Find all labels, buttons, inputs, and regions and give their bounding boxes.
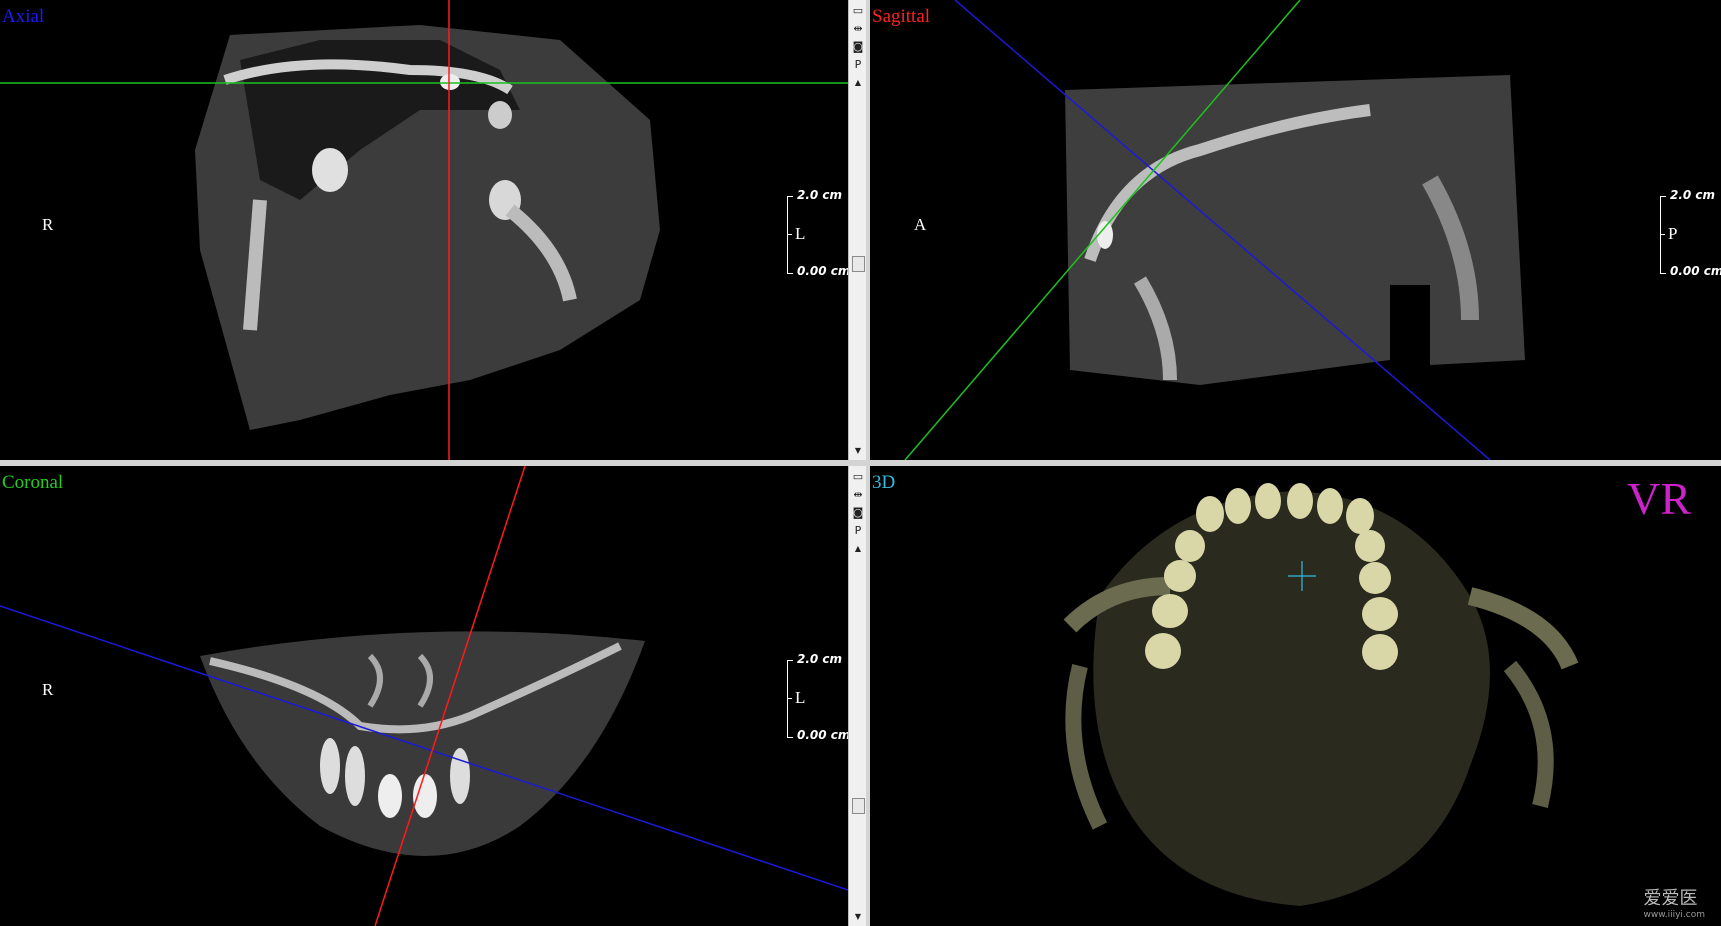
pane-title: Sagittal xyxy=(872,6,931,27)
sagittal-image xyxy=(904,0,1525,460)
watermark-url: www.iiiyi.com xyxy=(1643,910,1705,920)
orientation-label-right: R xyxy=(42,215,54,234)
coronal-image xyxy=(0,466,848,926)
scale-bottom-label: 0.00 cm xyxy=(1670,264,1721,278)
camera-icon[interactable]: ◙ xyxy=(851,40,865,54)
scroll-thumb[interactable] xyxy=(852,798,865,814)
projection-button[interactable]: P xyxy=(851,524,865,538)
orientation-label-left: L xyxy=(795,224,806,243)
scroll-thumb[interactable] xyxy=(852,256,865,272)
viewport-scrollbar-top[interactable]: ▭ ⇹ ◙ P ▲ ▼ xyxy=(848,0,867,460)
pane-title: 3D xyxy=(872,472,896,493)
orientation-label-right: R xyxy=(42,680,54,699)
watermark-text: 爱爱医 xyxy=(1643,888,1698,909)
down-arrow-icon[interactable]: ▼ xyxy=(851,444,865,458)
restore-icon[interactable]: ▭ xyxy=(851,470,865,484)
camera-icon[interactable]: ◙ xyxy=(851,506,865,520)
coronal-viewport[interactable]: Coronal R 2.0 cm L 0.00 cm xyxy=(0,466,848,926)
watermark: 爱爱医 www.iiiyi.com xyxy=(1643,884,1705,920)
pane-title: Coronal xyxy=(2,472,64,493)
scale-top-label: 2.0 cm xyxy=(1670,188,1716,202)
orientation-label-left: L xyxy=(795,688,806,707)
3d-render-image xyxy=(1063,483,1579,906)
up-arrow-icon[interactable]: ▲ xyxy=(851,542,865,556)
up-arrow-icon[interactable]: ▲ xyxy=(851,76,865,90)
viewport-scrollbar-bottom[interactable]: ▭ ⇹ ◙ P ▲ ▼ xyxy=(848,466,867,926)
vertical-splitter[interactable] xyxy=(866,0,870,926)
scale-bottom-label: 0.00 cm xyxy=(797,264,848,278)
split-icon[interactable]: ⇹ xyxy=(851,22,865,36)
3d-viewport[interactable]: 3D VR 爱爱医 www.iiiyi.com xyxy=(870,466,1721,926)
projection-button[interactable]: P xyxy=(851,58,865,72)
split-icon[interactable]: ⇹ xyxy=(851,488,865,502)
horizontal-splitter[interactable] xyxy=(0,460,1721,466)
scale-top-label: 2.0 cm xyxy=(797,652,843,666)
render-mode-label: VR xyxy=(1627,473,1691,524)
scale-bottom-label: 0.00 cm xyxy=(797,728,848,742)
down-arrow-icon[interactable]: ▼ xyxy=(851,910,865,924)
pane-title: Axial xyxy=(2,6,45,27)
orientation-label-anterior: A xyxy=(914,215,927,234)
sagittal-viewport[interactable]: Sagittal A 2.0 cm P 0.00 cm xyxy=(870,0,1721,460)
orientation-label-posterior: P xyxy=(1668,224,1678,243)
restore-icon[interactable]: ▭ xyxy=(851,4,865,18)
axial-image xyxy=(0,0,848,460)
scale-top-label: 2.0 cm xyxy=(797,188,843,202)
axial-viewport[interactable]: Axial R 2.0 cm L 0.00 cm xyxy=(0,0,848,460)
